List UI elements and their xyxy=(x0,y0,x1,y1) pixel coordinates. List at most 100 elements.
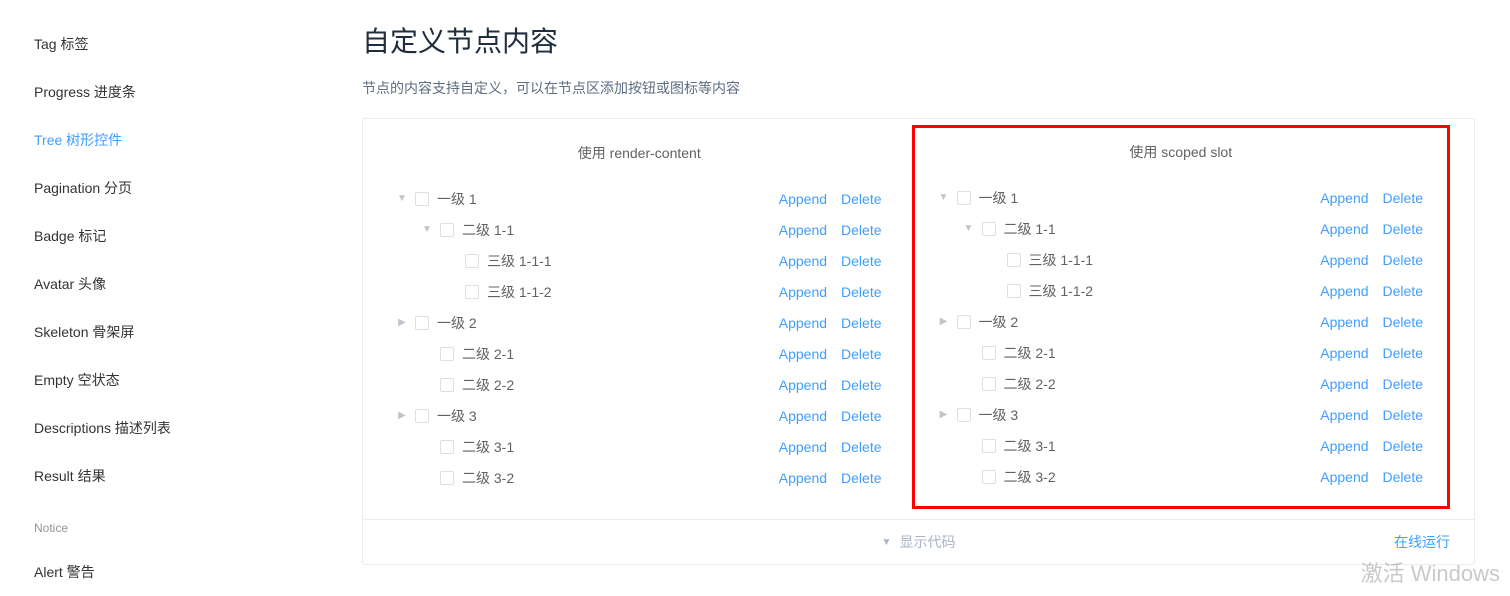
tree-node[interactable]: ▶二级 3-1AppendDelete xyxy=(387,431,892,462)
checkbox[interactable] xyxy=(415,192,429,206)
delete-button[interactable]: Delete xyxy=(1383,376,1423,392)
delete-button[interactable]: Delete xyxy=(841,408,881,424)
sidebar-item[interactable]: Result 结果 xyxy=(34,452,362,500)
append-button[interactable]: Append xyxy=(1320,283,1368,299)
checkbox[interactable] xyxy=(982,346,996,360)
tree-node[interactable]: ▶一级 3AppendDelete xyxy=(387,400,892,431)
sidebar-item[interactable]: Empty 空状态 xyxy=(34,356,362,404)
caret-down-icon[interactable]: ▼ xyxy=(420,224,434,235)
append-button[interactable]: Append xyxy=(1320,314,1368,330)
checkbox[interactable] xyxy=(440,471,454,485)
tree-node[interactable]: ▼二级 1-1AppendDelete xyxy=(929,213,1434,244)
tree-node[interactable]: ▶一级 2AppendDelete xyxy=(387,307,892,338)
delete-button[interactable]: Delete xyxy=(1383,345,1423,361)
delete-button[interactable]: Delete xyxy=(1383,469,1423,485)
caret-down-icon[interactable]: ▼ xyxy=(937,192,951,203)
append-button[interactable]: Append xyxy=(1320,190,1368,206)
append-button[interactable]: Append xyxy=(779,253,827,269)
caret-down-icon[interactable]: ▼ xyxy=(395,193,409,204)
tree-node[interactable]: ▼二级 1-1AppendDelete xyxy=(387,214,892,245)
tree-node[interactable]: ▶二级 3-2AppendDelete xyxy=(387,462,892,493)
append-button[interactable]: Append xyxy=(779,377,827,393)
checkbox[interactable] xyxy=(982,222,996,236)
sidebar-item[interactable]: Skeleton 骨架屏 xyxy=(34,308,362,356)
checkbox[interactable] xyxy=(440,223,454,237)
delete-button[interactable]: Delete xyxy=(841,470,881,486)
tree-node[interactable]: ▼一级 1AppendDelete xyxy=(387,183,892,214)
sidebar-item[interactable]: Descriptions 描述列表 xyxy=(34,404,362,452)
tree-node[interactable]: ▶二级 3-2AppendDelete xyxy=(929,461,1434,492)
append-button[interactable]: Append xyxy=(779,315,827,331)
checkbox[interactable] xyxy=(415,409,429,423)
append-button[interactable]: Append xyxy=(779,470,827,486)
append-button[interactable]: Append xyxy=(779,439,827,455)
demo-footer[interactable]: ▼ 显示代码 在线运行 xyxy=(363,519,1474,564)
sidebar-item[interactable]: Progress 进度条 xyxy=(34,68,362,116)
caret-down-icon[interactable]: ▼ xyxy=(962,223,976,234)
tree-node[interactable]: ▶二级 2-1AppendDelete xyxy=(929,337,1434,368)
tree-node[interactable]: ▶二级 3-1AppendDelete xyxy=(929,430,1434,461)
checkbox[interactable] xyxy=(982,439,996,453)
checkbox[interactable] xyxy=(465,254,479,268)
checkbox[interactable] xyxy=(982,377,996,391)
checkbox[interactable] xyxy=(957,315,971,329)
delete-button[interactable]: Delete xyxy=(841,222,881,238)
delete-button[interactable]: Delete xyxy=(1383,407,1423,423)
append-button[interactable]: Append xyxy=(1320,221,1368,237)
checkbox[interactable] xyxy=(957,191,971,205)
delete-button[interactable]: Delete xyxy=(841,346,881,362)
tree-node[interactable]: ▶三级 1-1-2AppendDelete xyxy=(387,276,892,307)
caret-right-icon[interactable]: ▶ xyxy=(395,410,409,421)
delete-button[interactable]: Delete xyxy=(841,439,881,455)
delete-button[interactable]: Delete xyxy=(841,253,881,269)
delete-button[interactable]: Delete xyxy=(1383,283,1423,299)
append-button[interactable]: Append xyxy=(1320,438,1368,454)
tree-node[interactable]: ▶二级 2-1AppendDelete xyxy=(387,338,892,369)
caret-right-icon[interactable]: ▶ xyxy=(395,317,409,328)
tree-node[interactable]: ▶二级 2-2AppendDelete xyxy=(929,368,1434,399)
append-button[interactable]: Append xyxy=(779,346,827,362)
append-button[interactable]: Append xyxy=(1320,469,1368,485)
checkbox[interactable] xyxy=(465,285,479,299)
append-button[interactable]: Append xyxy=(1320,407,1368,423)
tree-node[interactable]: ▶三级 1-1-2AppendDelete xyxy=(929,275,1434,306)
delete-button[interactable]: Delete xyxy=(841,191,881,207)
delete-button[interactable]: Delete xyxy=(1383,190,1423,206)
delete-button[interactable]: Delete xyxy=(1383,314,1423,330)
append-button[interactable]: Append xyxy=(779,284,827,300)
sidebar-item[interactable]: Tree 树形控件 xyxy=(34,116,362,164)
online-run-link[interactable]: 在线运行 xyxy=(1394,532,1450,552)
delete-button[interactable]: Delete xyxy=(841,377,881,393)
checkbox[interactable] xyxy=(440,378,454,392)
append-button[interactable]: Append xyxy=(1320,252,1368,268)
tree-node[interactable]: ▼一级 1AppendDelete xyxy=(929,182,1434,213)
delete-button[interactable]: Delete xyxy=(1383,252,1423,268)
delete-button[interactable]: Delete xyxy=(841,284,881,300)
checkbox[interactable] xyxy=(415,316,429,330)
sidebar-item[interactable]: Alert 警告 xyxy=(34,548,362,596)
sidebar-item[interactable]: Pagination 分页 xyxy=(34,164,362,212)
tree-node[interactable]: ▶一级 3AppendDelete xyxy=(929,399,1434,430)
caret-right-icon[interactable]: ▶ xyxy=(937,409,951,420)
delete-button[interactable]: Delete xyxy=(841,315,881,331)
delete-button[interactable]: Delete xyxy=(1383,438,1423,454)
checkbox[interactable] xyxy=(440,440,454,454)
checkbox[interactable] xyxy=(1007,253,1021,267)
tree-node[interactable]: ▶三级 1-1-1AppendDelete xyxy=(929,244,1434,275)
tree-node[interactable]: ▶一级 2AppendDelete xyxy=(929,306,1434,337)
checkbox[interactable] xyxy=(982,470,996,484)
append-button[interactable]: Append xyxy=(1320,376,1368,392)
checkbox[interactable] xyxy=(957,408,971,422)
append-button[interactable]: Append xyxy=(1320,345,1368,361)
append-button[interactable]: Append xyxy=(779,408,827,424)
sidebar-item[interactable]: Badge 标记 xyxy=(34,212,362,260)
append-button[interactable]: Append xyxy=(779,191,827,207)
delete-button[interactable]: Delete xyxy=(1383,221,1423,237)
caret-right-icon[interactable]: ▶ xyxy=(937,316,951,327)
tree-node[interactable]: ▶三级 1-1-1AppendDelete xyxy=(387,245,892,276)
tree-node[interactable]: ▶二级 2-2AppendDelete xyxy=(387,369,892,400)
checkbox[interactable] xyxy=(440,347,454,361)
checkbox[interactable] xyxy=(1007,284,1021,298)
append-button[interactable]: Append xyxy=(779,222,827,238)
sidebar-item[interactable]: Tag 标签 xyxy=(34,20,362,68)
